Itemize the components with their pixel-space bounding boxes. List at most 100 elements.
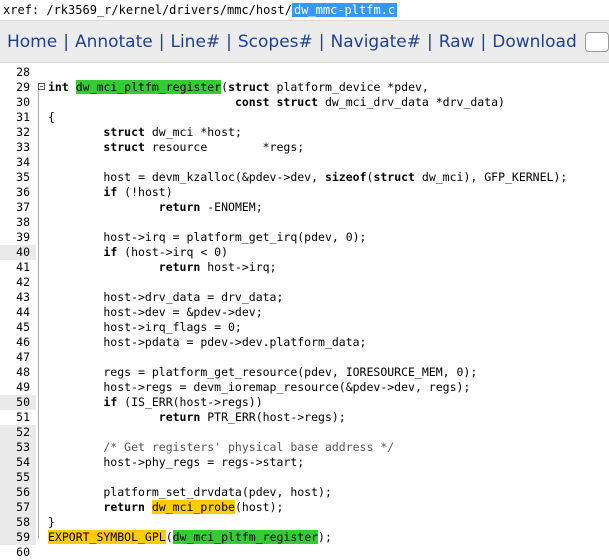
fold-gutter [36, 140, 48, 155]
code-line: 51 return PTR_ERR(host->regs); [0, 410, 609, 425]
fold-gutter [36, 530, 48, 545]
code-line: 38 [0, 215, 609, 230]
xref-path[interactable]: xref: /rk3569_r/kernel/drivers/mmc/host/ [3, 3, 292, 17]
nav-home[interactable]: Home [7, 32, 57, 52]
code-line: 41 return host->irq; [0, 260, 609, 275]
fold-gutter [36, 185, 48, 200]
code-text: return -ENOMEM; [158, 200, 263, 214]
nav-separator: | [318, 31, 325, 52]
fold-gutter [36, 350, 48, 365]
fold-gutter [36, 230, 48, 245]
line-number[interactable]: 34 [0, 155, 36, 170]
line-number[interactable]: 33 [0, 140, 36, 155]
code-line: 59 EXPORT_SYMBOL_GPL(dw_mci_pltfm_registe… [0, 530, 609, 545]
line-number[interactable]: 48 [0, 365, 36, 380]
line-number[interactable]: 42 [0, 275, 36, 290]
code-text: regs = platform_get_resource(pdev, IORES… [48, 365, 478, 379]
fold-gutter [36, 485, 48, 500]
line-number[interactable]: 59 [0, 530, 36, 545]
line-number[interactable]: 30 [0, 95, 36, 110]
code-line: 60 [0, 545, 609, 560]
fold-gutter [36, 305, 48, 320]
nav-download[interactable]: Download [492, 32, 577, 52]
line-number[interactable]: 50 [0, 395, 36, 410]
line-number[interactable]: 54 [0, 455, 36, 470]
xref-breadcrumb: xref: /rk3569_r/kernel/drivers/mmc/host/… [0, 0, 609, 20]
code-text: { [48, 110, 55, 124]
line-number[interactable]: 53 [0, 440, 36, 455]
code-line: 36 if (!host) [0, 185, 609, 200]
fold-gutter [36, 470, 48, 485]
fold-gutter [36, 365, 48, 380]
code-line: 40 if (host->irq < 0) [0, 245, 609, 260]
fold-gutter [36, 170, 48, 185]
fold-gutter [36, 380, 48, 395]
code-text: return dw_mci_probe(host); [103, 500, 284, 514]
code-line: 30 const struct dw_mci_drv_data *drv_dat… [0, 95, 609, 110]
line-number[interactable]: 37 [0, 200, 36, 215]
fold-gutter [36, 515, 48, 530]
line-number[interactable]: 60 [0, 545, 36, 560]
code-line: 37 return -ENOMEM; [0, 200, 609, 215]
line-number[interactable]: 43 [0, 290, 36, 305]
code-line: 32 struct dw_mci *host; [0, 125, 609, 140]
code-text: return host->irq; [158, 260, 277, 274]
nav-annotate[interactable]: Annotate [75, 32, 153, 52]
collapse-icon[interactable] [38, 83, 45, 90]
nav-navigate[interactable]: Navigate# [331, 32, 422, 52]
nav-raw[interactable]: Raw [439, 32, 475, 52]
nav-separator: | [158, 31, 165, 52]
line-number[interactable]: 38 [0, 215, 36, 230]
search-input[interactable] [584, 31, 609, 52]
line-number[interactable]: 58 [0, 515, 36, 530]
fold-gutter [36, 395, 48, 410]
code-line: 52 [0, 425, 609, 440]
source-code-view: 28 29 int dw_mci_pltfm_register(struct pla… [0, 63, 609, 560]
xref-current-file[interactable]: dw_mmc-pltfm.c [291, 3, 398, 17]
line-number[interactable]: 36 [0, 185, 36, 200]
fold-gutter[interactable] [36, 80, 48, 95]
line-number[interactable]: 56 [0, 485, 36, 500]
code-line: 46 host->pdata = pdev->dev.platform_data… [0, 335, 609, 350]
line-number[interactable]: 55 [0, 470, 36, 485]
line-number[interactable]: 31 [0, 110, 36, 125]
line-number[interactable]: 35 [0, 170, 36, 185]
code-line: 45 host->irq_flags = 0; [0, 320, 609, 335]
code-text: if (host->irq < 0) [103, 245, 229, 259]
fold-gutter [36, 335, 48, 350]
code-line: 56 platform_set_drvdata(pdev, host); [0, 485, 609, 500]
line-number[interactable]: 47 [0, 350, 36, 365]
line-number[interactable]: 39 [0, 230, 36, 245]
code-line: 29 int dw_mci_pltfm_register(struct platf… [0, 80, 609, 95]
fold-gutter [36, 275, 48, 290]
nav-separator: | [63, 31, 69, 52]
fold-gutter [36, 110, 48, 125]
line-number[interactable]: 29 [0, 80, 36, 95]
line-number[interactable]: 40 [0, 245, 36, 260]
fold-gutter [36, 320, 48, 335]
nav-line-numbers[interactable]: Line# [170, 32, 220, 52]
line-number[interactable]: 32 [0, 125, 36, 140]
fold-gutter [36, 155, 48, 170]
code-text: host->irq_flags = 0; [48, 320, 242, 334]
nav-separator: | [427, 31, 433, 52]
line-number[interactable]: 28 [0, 65, 36, 80]
line-number[interactable]: 49 [0, 380, 36, 395]
line-number[interactable]: 44 [0, 305, 36, 320]
line-number[interactable]: 52 [0, 425, 36, 440]
code-text: int dw_mci_pltfm_register(struct platfor… [48, 80, 429, 94]
line-number[interactable]: 46 [0, 335, 36, 350]
nav-scopes[interactable]: Scopes# [238, 32, 313, 52]
nav-separator: | [480, 31, 487, 52]
line-number[interactable]: 51 [0, 410, 36, 425]
code-line: 55 [0, 470, 609, 485]
code-line: 44 host->dev = &pdev->dev; [0, 305, 609, 320]
fold-gutter [36, 65, 48, 80]
line-number[interactable]: 41 [0, 260, 36, 275]
line-number[interactable]: 57 [0, 500, 36, 515]
line-number[interactable]: 45 [0, 320, 36, 335]
code-line: 43 host->drv_data = drv_data; [0, 290, 609, 305]
code-line: 47 [0, 350, 609, 365]
code-line: 50 if (IS_ERR(host->regs)) [0, 395, 609, 410]
code-text: host->phy_regs = regs->start; [48, 455, 305, 469]
